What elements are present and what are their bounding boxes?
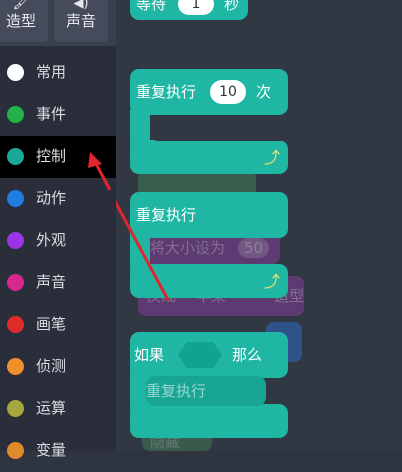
category-label: 外观 <box>36 231 67 249</box>
repeat-n-unit: 次 <box>256 83 272 101</box>
tab-bar: 🖌 造型 ◀) 声音 <box>0 0 116 46</box>
category-sound[interactable]: 声音 <box>0 262 116 304</box>
category-label: 运算 <box>36 399 67 417</box>
category-label: 画笔 <box>36 315 67 333</box>
category-label: 声音 <box>36 273 67 291</box>
category-control[interactable]: 控制 <box>0 136 116 178</box>
category-common[interactable]: 常用 <box>0 52 116 94</box>
repeat-n-slot <box>150 115 288 141</box>
if-label: 如果 <box>134 346 165 364</box>
loop-arrow-icon: ⤴ <box>264 272 281 291</box>
if-inner-repeat-block[interactable]: 重复执行 <box>146 376 266 406</box>
category-label: 常用 <box>36 63 67 81</box>
wait-unit: 秒 <box>224 0 240 13</box>
loop-arrow-icon: ⤴ <box>264 148 281 167</box>
wait-label: 等待 <box>136 0 167 13</box>
category-pen[interactable]: 画笔 <box>0 304 116 346</box>
category-color-dot <box>7 148 24 165</box>
if-footer <box>130 404 288 438</box>
category-color-dot <box>7 64 24 81</box>
category-color-dot <box>7 274 24 291</box>
tab-sounds[interactable]: ◀) 声音 <box>54 0 108 42</box>
category-color-dot <box>7 190 24 207</box>
category-label: 控制 <box>36 147 67 165</box>
category-color-dot <box>7 316 24 333</box>
category-color-dot <box>7 232 24 249</box>
wait-block[interactable]: 等待 1 秒 <box>130 0 248 20</box>
category-variables[interactable]: 变量 <box>0 430 116 472</box>
repeat-n-label: 重复执行 <box>136 83 197 101</box>
tab-label: 造型 <box>5 12 36 30</box>
category-events[interactable]: 事件 <box>0 94 116 136</box>
repeat-count-input[interactable]: 10 <box>210 80 246 104</box>
category-label: 事件 <box>36 105 67 123</box>
forever-slot <box>150 238 288 264</box>
tab-costumes[interactable]: 🖌 造型 <box>0 0 48 42</box>
if-inner-repeat-label: 重复执行 <box>146 382 207 400</box>
script-area[interactable]: 将大小设为 50 换成 苹果 造型 隐藏 等待 1 秒 重复执行 10 次 ⤴ … <box>116 0 402 451</box>
category-label: 变量 <box>36 441 67 459</box>
costume-icon: 🖌 <box>12 0 30 11</box>
speaker-icon: ◀) <box>73 0 89 11</box>
if-then-label: 那么 <box>232 346 263 364</box>
category-sensing[interactable]: 侦测 <box>0 346 116 388</box>
wait-seconds-input[interactable]: 1 <box>178 0 214 15</box>
forever-label: 重复执行 <box>136 206 197 224</box>
category-color-dot <box>7 106 24 123</box>
category-color-dot <box>7 358 24 375</box>
block-palette-sidebar: 🖌 造型 ◀) 声音 常用 事件 控制 动作 外观 声音 画笔 侦测 运算 变量 <box>0 0 116 459</box>
tab-label: 声音 <box>65 12 96 30</box>
category-color-dot <box>7 400 24 417</box>
category-motion[interactable]: 动作 <box>0 178 116 220</box>
category-looks[interactable]: 外观 <box>0 220 116 262</box>
category-label: 侦测 <box>36 357 67 375</box>
category-operators[interactable]: 运算 <box>0 388 116 430</box>
condition-slot[interactable] <box>178 342 222 368</box>
category-label: 动作 <box>36 189 67 207</box>
